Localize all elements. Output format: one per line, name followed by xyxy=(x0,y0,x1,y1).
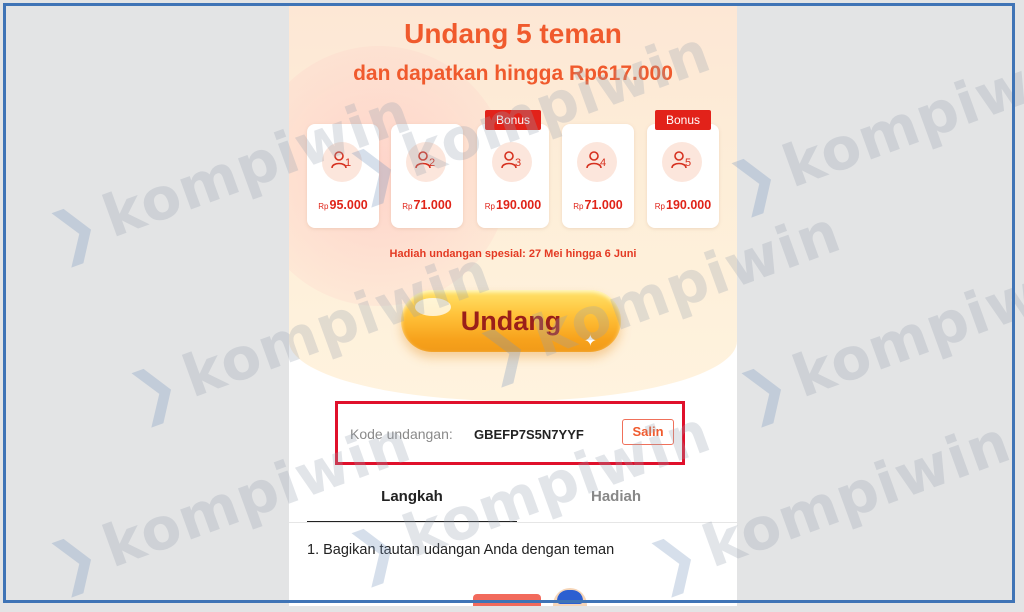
reward-amount: Rp71.000 xyxy=(562,198,634,212)
watermark-text: kompiwin xyxy=(783,237,1024,412)
special-reward-note: Hadiah undangan spesial: 27 Mei hingga 6… xyxy=(389,248,637,260)
invite-code-label: Kode undangan: xyxy=(350,426,453,442)
reward-card-2: 2 Rp71.000 xyxy=(391,124,463,228)
reward-card-3: Bonus 3 Rp190.000 xyxy=(477,110,549,228)
watermark: ❯kompiwin xyxy=(720,27,1024,221)
friend-number: 5 xyxy=(685,157,692,169)
reward-cards: 1 Rp95.000 2 Rp71.000 Bonus 3 Rp190.000 xyxy=(289,110,737,236)
watermark-logo-icon: ❯ xyxy=(39,519,110,601)
tab-hadiah[interactable]: Hadiah xyxy=(511,471,721,523)
currency-label: Rp xyxy=(573,202,584,211)
tab-bar: Langkah Hadiah xyxy=(289,471,737,523)
watermark-logo-icon: ❯ xyxy=(39,189,110,271)
watermark-text: kompiwin xyxy=(773,27,1024,202)
friend-icon: 1 xyxy=(322,142,362,182)
amount-value: 71.000 xyxy=(413,198,452,212)
friend-icon: 2 xyxy=(406,142,446,182)
invite-code-box: Kode undangan: GBEFP7S5N7YYF Salin xyxy=(335,401,685,465)
friend-icon: 5 xyxy=(662,142,702,182)
invite-button-label: Undang xyxy=(460,306,562,336)
amount-value: 71.000 xyxy=(584,198,623,212)
page-subtitle: dan dapatkan hingga Rp617.000 xyxy=(353,62,673,85)
app-screen: Undang 5 teman dan dapatkan hingga Rp617… xyxy=(289,6,737,606)
watermark-text: kompiwin xyxy=(693,407,1020,582)
invite-button[interactable]: Undang ✦ xyxy=(401,290,621,352)
watermark: ❯kompiwin xyxy=(730,237,1024,431)
reward-card-1: 1 Rp95.000 xyxy=(307,124,379,228)
button-shine xyxy=(415,298,451,316)
amount-value: 190.000 xyxy=(666,198,712,212)
avatar xyxy=(553,588,587,606)
reward-card-5: Bonus 5 Rp190.000 xyxy=(647,110,719,228)
friend-number: 1 xyxy=(345,157,352,169)
page-title: Undang 5 teman xyxy=(404,18,622,49)
bonus-badge: Bonus xyxy=(655,110,711,130)
copy-button[interactable]: Salin xyxy=(622,419,674,445)
amount-value: 95.000 xyxy=(329,198,368,212)
currency-label: Rp xyxy=(484,202,496,211)
friend-icon: 4 xyxy=(577,142,617,182)
amount-value: 190.000 xyxy=(496,198,542,212)
step-item: 1. Bagikan tautan udangan Anda dengan te… xyxy=(307,542,615,558)
currency-label: Rp xyxy=(654,202,666,211)
friend-number: 2 xyxy=(429,157,436,169)
sparkle-icon: ✦ xyxy=(583,333,597,350)
share-button[interactable] xyxy=(473,594,541,606)
avatar-hair xyxy=(557,590,583,604)
reward-amount: Rp190.000 xyxy=(477,198,549,212)
currency-label: Rp xyxy=(402,202,413,211)
friend-number: 3 xyxy=(515,157,522,169)
invite-code-value: GBEFP7S5N7YYF xyxy=(474,427,584,442)
reward-card-4: 4 Rp71.000 xyxy=(562,124,634,228)
tab-langkah[interactable]: Langkah xyxy=(307,471,517,523)
tab-divider xyxy=(289,522,737,523)
currency-label: Rp xyxy=(318,202,329,211)
friend-number: 4 xyxy=(600,157,607,169)
hero-section: Undang 5 teman dan dapatkan hingga Rp617… xyxy=(289,6,737,401)
friend-icon: 3 xyxy=(492,142,532,182)
reward-amount: Rp71.000 xyxy=(391,198,463,212)
reward-amount: Rp190.000 xyxy=(647,198,719,212)
watermark-logo-icon: ❯ xyxy=(729,349,800,431)
bonus-badge: Bonus xyxy=(485,110,541,130)
reward-amount: Rp95.000 xyxy=(307,198,379,212)
watermark-logo-icon: ❯ xyxy=(119,349,190,431)
